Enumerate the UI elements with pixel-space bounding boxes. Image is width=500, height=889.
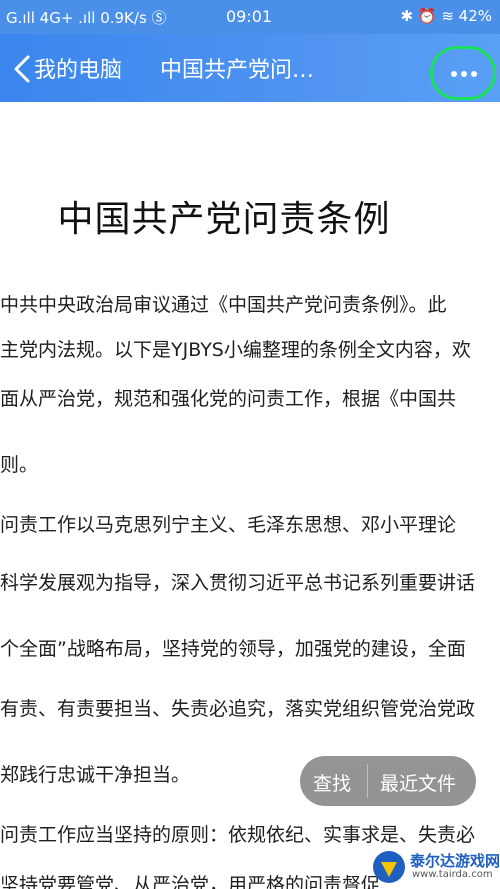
title-bar: 我的电脑 中国共产党问… (0, 34, 500, 102)
find-button[interactable]: 查找 (313, 769, 351, 796)
document-line: 面从严治党，规范和强化党的问责工作，根据《中国共 (0, 388, 457, 410)
document-line: 有责、有责要担当、失责必追究，落实党组织管党治党政 (0, 698, 476, 720)
document-line: 主党内法规。以下是YJBYS小编整理的条例全文内容，欢 (0, 339, 471, 361)
site-watermark: 泰尔达游戏网 www.tairda.com (372, 850, 500, 886)
watermark-logo-icon (373, 851, 405, 883)
back-arrow-icon[interactable] (10, 54, 36, 84)
recent-files-button[interactable]: 最近文件 (380, 769, 456, 796)
document-line: 个全面”战略布局，坚持党的领导，加强党的建设，全面 (0, 638, 466, 660)
more-options-button[interactable] (430, 46, 496, 100)
document-line: 中共中央政治局审议通过《中国共产党问责条例》。此 (0, 294, 447, 316)
more-dots-icon-middle (461, 71, 467, 77)
network-status: G.ıll 4G+ .ıll 0.9K/s Ⓢ (6, 9, 167, 27)
divider (367, 764, 368, 798)
more-dots-icon-right (471, 71, 477, 77)
watermark-url: www.tairda.com (412, 869, 493, 880)
document-line: 科学发展观为指导，深入贯彻习近平总书记系列重要讲话 (0, 572, 476, 594)
floating-action-bar: 查找 最近文件 (300, 756, 476, 806)
status-bar: G.ıll 4G+ .ıll 0.9K/s Ⓢ 09:01 ✱ ⏰ ≋ 42% (0, 0, 500, 34)
more-dots-icon (451, 71, 457, 77)
document-line: 则。 (0, 454, 39, 476)
document-heading: 中国共产党问责条例 (57, 199, 391, 240)
system-status-icons: ✱ ⏰ ≋ 42% (400, 7, 492, 25)
document-name-title: 中国共产党问… (160, 58, 315, 83)
document-line: 问责工作以马克思列宁主义、毛泽东思想、邓小平理论 (0, 514, 457, 536)
clock: 09:01 (226, 7, 273, 26)
watermark-name: 泰尔达游戏网 (410, 852, 500, 870)
back-button[interactable]: 我的电脑 (34, 52, 122, 84)
